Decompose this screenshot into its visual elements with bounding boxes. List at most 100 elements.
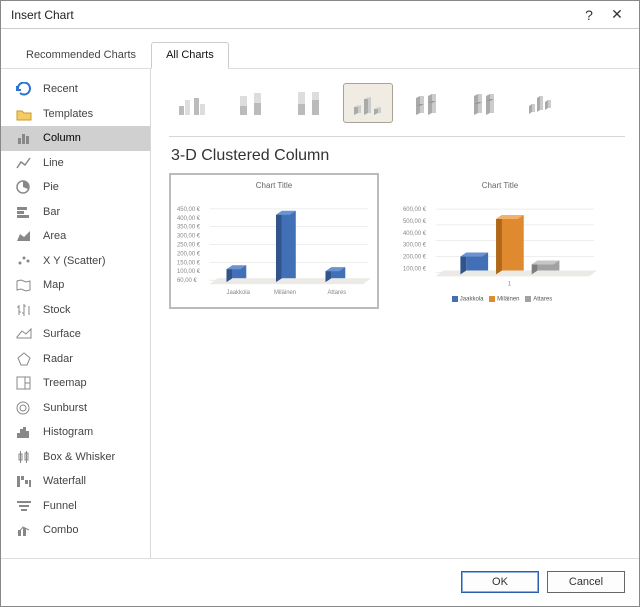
sidebar-item-surface[interactable]: Surface: [1, 322, 150, 347]
dialog-title: Insert Chart: [9, 8, 575, 22]
svg-text:200,00 €: 200,00 €: [177, 251, 201, 257]
sidebar-item-bar[interactable]: Bar: [1, 200, 150, 225]
subtype-3d-clustered-column[interactable]: [343, 83, 393, 123]
sidebar-item-map[interactable]: Map: [1, 273, 150, 298]
stock-chart-icon: [15, 302, 33, 318]
tab-recommended-charts[interactable]: Recommended Charts: [11, 42, 151, 69]
sidebar-item-stock[interactable]: Stock: [1, 298, 150, 323]
svg-text:300,00 €: 300,00 €: [177, 234, 201, 240]
recent-icon: [15, 81, 33, 97]
svg-text:60,00 €: 60,00 €: [177, 278, 198, 284]
preview-1-title: Chart Title: [175, 179, 373, 194]
svg-text:350,00 €: 350,00 €: [177, 225, 201, 231]
sunburst-chart-icon: [15, 400, 33, 416]
sidebar-item-funnel[interactable]: Funnel: [1, 494, 150, 519]
sidebar-item-label: Line: [43, 157, 64, 169]
tab-all-charts[interactable]: All Charts: [151, 42, 229, 69]
preview-2-plot: 600,00 € 500,00 € 400,00 € 300,00 € 200,…: [401, 194, 599, 293]
main-panel: 3-D Clustered Column Chart Title 450,00 …: [151, 69, 639, 558]
titlebar: Insert Chart ? ✕: [1, 1, 639, 29]
area-chart-icon: [15, 228, 33, 244]
legend-label-1: Jaakkola: [460, 297, 484, 303]
radar-chart-icon: [15, 351, 33, 367]
preview-1-plot: 450,00 € 400,00 € 350,00 € 300,00 € 250,…: [175, 194, 373, 303]
svg-text:600,00 €: 600,00 €: [403, 207, 427, 213]
subtype-stacked-column[interactable]: [227, 83, 277, 123]
svg-text:200,00 €: 200,00 €: [403, 255, 427, 261]
sidebar-item-scatter[interactable]: X Y (Scatter): [1, 249, 150, 274]
column-chart-icon: [15, 130, 33, 146]
sidebar-item-pie[interactable]: Pie: [1, 175, 150, 200]
sidebar-item-radar[interactable]: Radar: [1, 347, 150, 372]
sidebar-item-column[interactable]: Column: [1, 126, 150, 151]
svg-text:400,00 €: 400,00 €: [403, 231, 427, 237]
svg-text:150,00 €: 150,00 €: [177, 260, 201, 266]
insert-chart-dialog: Insert Chart ? ✕ Recommended Charts All …: [0, 0, 640, 607]
legend-swatch-1: [452, 296, 458, 302]
histogram-chart-icon: [15, 424, 33, 440]
pie-chart-icon: [15, 179, 33, 195]
bar-chart-icon: [15, 204, 33, 220]
waterfall-chart-icon: [15, 473, 33, 489]
sidebar-item-label: Treemap: [43, 377, 87, 389]
subtype-3d-stacked-column[interactable]: [401, 83, 451, 123]
chart-type-sidebar: Recent Templates Column Line Pie Bar Are…: [1, 69, 151, 558]
sidebar-item-waterfall[interactable]: Waterfall: [1, 469, 150, 494]
legend-label-2: Miläinen: [497, 297, 519, 303]
help-button[interactable]: ?: [575, 1, 603, 29]
sidebar-item-label: Sunburst: [43, 402, 87, 414]
svg-text:500,00 €: 500,00 €: [403, 219, 427, 225]
legend-swatch-3: [525, 296, 531, 302]
subtype-100-stacked-column[interactable]: [285, 83, 335, 123]
subtype-row: [169, 79, 625, 137]
sidebar-item-label: Column: [43, 132, 81, 144]
subtype-3d-100-stacked[interactable]: [459, 83, 509, 123]
sidebar-item-label: X Y (Scatter): [43, 255, 106, 267]
sidebar-item-label: Recent: [43, 83, 78, 95]
svg-text:100,00 €: 100,00 €: [177, 269, 201, 275]
svg-text:100,00 €: 100,00 €: [403, 266, 427, 272]
subtype-clustered-column[interactable]: [169, 83, 219, 123]
sidebar-item-box-whisker[interactable]: Box & Whisker: [1, 445, 150, 470]
svg-text:Jaakkola: Jaakkola: [226, 290, 250, 296]
scatter-chart-icon: [15, 253, 33, 269]
svg-text:Miläinen: Miläinen: [274, 290, 296, 296]
legend-label-3: Attares: [533, 297, 552, 303]
surface-chart-icon: [15, 326, 33, 342]
treemap-chart-icon: [15, 375, 33, 391]
sidebar-item-label: Area: [43, 230, 66, 242]
preview-1[interactable]: Chart Title 450,00 € 400,00 € 350,00 € 3…: [169, 173, 379, 309]
sidebar-item-label: Waterfall: [43, 475, 86, 487]
ok-button[interactable]: OK: [461, 571, 539, 593]
svg-text:Attares: Attares: [327, 290, 346, 296]
sidebar-item-recent[interactable]: Recent: [1, 77, 150, 102]
sidebar-item-histogram[interactable]: Histogram: [1, 420, 150, 445]
dialog-body: Recent Templates Column Line Pie Bar Are…: [1, 69, 639, 558]
subtype-3d-column[interactable]: [517, 83, 567, 123]
folder-icon: [15, 106, 33, 122]
preview-2-title: Chart Title: [401, 179, 599, 194]
combo-chart-icon: [15, 522, 33, 538]
cancel-button[interactable]: Cancel: [547, 571, 625, 593]
sidebar-item-label: Funnel: [43, 500, 77, 512]
close-button[interactable]: ✕: [603, 1, 631, 29]
sidebar-item-label: Bar: [43, 206, 60, 218]
sidebar-item-templates[interactable]: Templates: [1, 102, 150, 127]
preview-2[interactable]: Chart Title 600,00 € 500,00 € 400,00 € 3…: [395, 173, 605, 309]
box-whisker-icon: [15, 449, 33, 465]
sidebar-item-treemap[interactable]: Treemap: [1, 371, 150, 396]
dialog-footer: OK Cancel: [1, 558, 639, 606]
sidebar-item-combo[interactable]: Combo: [1, 518, 150, 543]
map-chart-icon: [15, 277, 33, 293]
sidebar-item-area[interactable]: Area: [1, 224, 150, 249]
sidebar-item-label: Combo: [43, 524, 78, 536]
sidebar-item-sunburst[interactable]: Sunburst: [1, 396, 150, 421]
svg-text:400,00 €: 400,00 €: [177, 216, 201, 222]
sidebar-item-label: Radar: [43, 353, 73, 365]
sidebar-item-line[interactable]: Line: [1, 151, 150, 176]
preview-2-legend: Jaakkola Miläinen Attares: [401, 293, 599, 303]
svg-text:300,00 €: 300,00 €: [403, 243, 427, 249]
line-chart-icon: [15, 155, 33, 171]
subtype-title: 3-D Clustered Column: [169, 137, 625, 173]
funnel-chart-icon: [15, 498, 33, 514]
